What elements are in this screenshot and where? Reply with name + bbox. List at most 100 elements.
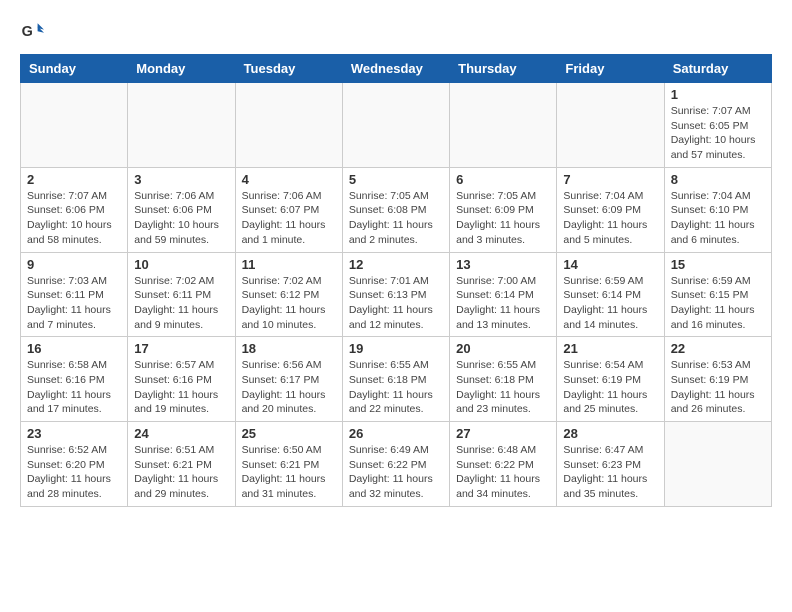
calendar-cell: 16 Sunrise: 6:58 AM Sunset: 6:16 PM Dayli…	[21, 337, 128, 422]
day-info: Sunrise: 6:47 AM Sunset: 6:23 PM Dayligh…	[563, 443, 657, 502]
day-number: 7	[563, 172, 657, 187]
header-thursday: Thursday	[450, 55, 557, 83]
calendar-cell	[342, 83, 449, 168]
calendar-cell	[557, 83, 664, 168]
calendar-cell: 21 Sunrise: 6:54 AM Sunset: 6:19 PM Dayli…	[557, 337, 664, 422]
calendar-cell: 25 Sunrise: 6:50 AM Sunset: 6:21 PM Dayli…	[235, 422, 342, 507]
calendar-cell	[235, 83, 342, 168]
calendar-cell: 9 Sunrise: 7:03 AM Sunset: 6:11 PM Daylig…	[21, 252, 128, 337]
day-number: 19	[349, 341, 443, 356]
day-number: 25	[242, 426, 336, 441]
day-number: 6	[456, 172, 550, 187]
calendar-week-row: 16 Sunrise: 6:58 AM Sunset: 6:16 PM Dayli…	[21, 337, 772, 422]
calendar-week-row: 9 Sunrise: 7:03 AM Sunset: 6:11 PM Daylig…	[21, 252, 772, 337]
day-info: Sunrise: 7:01 AM Sunset: 6:13 PM Dayligh…	[349, 274, 443, 333]
day-number: 16	[27, 341, 121, 356]
day-info: Sunrise: 7:03 AM Sunset: 6:11 PM Dayligh…	[27, 274, 121, 333]
day-info: Sunrise: 6:59 AM Sunset: 6:14 PM Dayligh…	[563, 274, 657, 333]
calendar-cell: 22 Sunrise: 6:53 AM Sunset: 6:19 PM Dayli…	[664, 337, 771, 422]
day-info: Sunrise: 7:06 AM Sunset: 6:07 PM Dayligh…	[242, 189, 336, 248]
header-friday: Friday	[557, 55, 664, 83]
header-monday: Monday	[128, 55, 235, 83]
calendar-cell: 5 Sunrise: 7:05 AM Sunset: 6:08 PM Daylig…	[342, 167, 449, 252]
header: G	[20, 20, 772, 44]
calendar-cell: 15Sunrise: 6:59 AM Sunset: 6:15 PM Dayli…	[664, 252, 771, 337]
day-info: Sunrise: 6:48 AM Sunset: 6:22 PM Dayligh…	[456, 443, 550, 502]
day-info: Sunrise: 7:04 AM Sunset: 6:10 PM Dayligh…	[671, 189, 765, 248]
day-number: 23	[27, 426, 121, 441]
calendar-cell: 20 Sunrise: 6:55 AM Sunset: 6:18 PM Dayli…	[450, 337, 557, 422]
day-number: 8	[671, 172, 765, 187]
day-number: 15	[671, 257, 765, 272]
calendar-cell: 12 Sunrise: 7:01 AM Sunset: 6:13 PM Dayli…	[342, 252, 449, 337]
day-number: 26	[349, 426, 443, 441]
calendar-cell: 17 Sunrise: 6:57 AM Sunset: 6:16 PM Dayli…	[128, 337, 235, 422]
day-info: Sunrise: 7:07 AM Sunset: 6:06 PM Dayligh…	[27, 189, 121, 248]
svg-text:G: G	[22, 24, 33, 40]
day-info: Sunrise: 7:02 AM Sunset: 6:11 PM Dayligh…	[134, 274, 228, 333]
calendar-cell: 13 Sunrise: 7:00 AM Sunset: 6:14 PM Dayli…	[450, 252, 557, 337]
calendar-cell: 2 Sunrise: 7:07 AM Sunset: 6:06 PM Daylig…	[21, 167, 128, 252]
calendar-cell	[450, 83, 557, 168]
day-number: 3	[134, 172, 228, 187]
day-number: 27	[456, 426, 550, 441]
calendar-cell: 1 Sunrise: 7:07 AM Sunset: 6:05 PM Daylig…	[664, 83, 771, 168]
logo: G	[20, 20, 48, 44]
day-info: Sunrise: 7:06 AM Sunset: 6:06 PM Dayligh…	[134, 189, 228, 248]
day-number: 1	[671, 87, 765, 102]
day-number: 24	[134, 426, 228, 441]
calendar-cell: 23 Sunrise: 6:52 AM Sunset: 6:20 PM Dayli…	[21, 422, 128, 507]
day-info: Sunrise: 6:57 AM Sunset: 6:16 PM Dayligh…	[134, 358, 228, 417]
day-info: Sunrise: 7:05 AM Sunset: 6:08 PM Dayligh…	[349, 189, 443, 248]
calendar-cell: 11Sunrise: 7:02 AM Sunset: 6:12 PM Dayli…	[235, 252, 342, 337]
calendar-week-row: 2 Sunrise: 7:07 AM Sunset: 6:06 PM Daylig…	[21, 167, 772, 252]
day-info: Sunrise: 6:50 AM Sunset: 6:21 PM Dayligh…	[242, 443, 336, 502]
header-tuesday: Tuesday	[235, 55, 342, 83]
calendar-cell: 14 Sunrise: 6:59 AM Sunset: 6:14 PM Dayli…	[557, 252, 664, 337]
day-number: 12	[349, 257, 443, 272]
header-sunday: Sunday	[21, 55, 128, 83]
calendar-cell: 3 Sunrise: 7:06 AM Sunset: 6:06 PM Daylig…	[128, 167, 235, 252]
header-saturday: Saturday	[664, 55, 771, 83]
day-info: Sunrise: 6:49 AM Sunset: 6:22 PM Dayligh…	[349, 443, 443, 502]
day-info: Sunrise: 6:55 AM Sunset: 6:18 PM Dayligh…	[349, 358, 443, 417]
calendar-cell: 6 Sunrise: 7:05 AM Sunset: 6:09 PM Daylig…	[450, 167, 557, 252]
calendar-cell: 18 Sunrise: 6:56 AM Sunset: 6:17 PM Dayli…	[235, 337, 342, 422]
header-wednesday: Wednesday	[342, 55, 449, 83]
day-info: Sunrise: 6:53 AM Sunset: 6:19 PM Dayligh…	[671, 358, 765, 417]
day-number: 4	[242, 172, 336, 187]
day-number: 10	[134, 257, 228, 272]
day-number: 21	[563, 341, 657, 356]
day-info: Sunrise: 6:51 AM Sunset: 6:21 PM Dayligh…	[134, 443, 228, 502]
day-info: Sunrise: 7:00 AM Sunset: 6:14 PM Dayligh…	[456, 274, 550, 333]
calendar-cell: 19 Sunrise: 6:55 AM Sunset: 6:18 PM Dayli…	[342, 337, 449, 422]
calendar-cell	[128, 83, 235, 168]
day-number: 9	[27, 257, 121, 272]
calendar-cell	[21, 83, 128, 168]
day-number: 5	[349, 172, 443, 187]
calendar-cell: 4 Sunrise: 7:06 AM Sunset: 6:07 PM Daylig…	[235, 167, 342, 252]
day-number: 14	[563, 257, 657, 272]
calendar-cell: 24 Sunrise: 6:51 AM Sunset: 6:21 PM Dayli…	[128, 422, 235, 507]
day-number: 20	[456, 341, 550, 356]
day-info: Sunrise: 6:56 AM Sunset: 6:17 PM Dayligh…	[242, 358, 336, 417]
day-info: Sunrise: 7:04 AM Sunset: 6:09 PM Dayligh…	[563, 189, 657, 248]
day-number: 13	[456, 257, 550, 272]
day-info: Sunrise: 7:07 AM Sunset: 6:05 PM Dayligh…	[671, 104, 765, 163]
day-info: Sunrise: 6:54 AM Sunset: 6:19 PM Dayligh…	[563, 358, 657, 417]
day-number: 2	[27, 172, 121, 187]
calendar-header-row: SundayMondayTuesdayWednesdayThursdayFrid…	[21, 55, 772, 83]
day-info: Sunrise: 6:52 AM Sunset: 6:20 PM Dayligh…	[27, 443, 121, 502]
day-number: 22	[671, 341, 765, 356]
calendar-cell: 8 Sunrise: 7:04 AM Sunset: 6:10 PM Daylig…	[664, 167, 771, 252]
calendar-week-row: 1 Sunrise: 7:07 AM Sunset: 6:05 PM Daylig…	[21, 83, 772, 168]
day-number: 17	[134, 341, 228, 356]
calendar-cell: 10 Sunrise: 7:02 AM Sunset: 6:11 PM Dayli…	[128, 252, 235, 337]
calendar-week-row: 23 Sunrise: 6:52 AM Sunset: 6:20 PM Dayli…	[21, 422, 772, 507]
day-info: Sunrise: 7:05 AM Sunset: 6:09 PM Dayligh…	[456, 189, 550, 248]
calendar-cell: 28Sunrise: 6:47 AM Sunset: 6:23 PM Dayli…	[557, 422, 664, 507]
day-info: Sunrise: 6:55 AM Sunset: 6:18 PM Dayligh…	[456, 358, 550, 417]
day-info: Sunrise: 6:58 AM Sunset: 6:16 PM Dayligh…	[27, 358, 121, 417]
calendar-table: SundayMondayTuesdayWednesdayThursdayFrid…	[20, 54, 772, 507]
day-number: 18	[242, 341, 336, 356]
